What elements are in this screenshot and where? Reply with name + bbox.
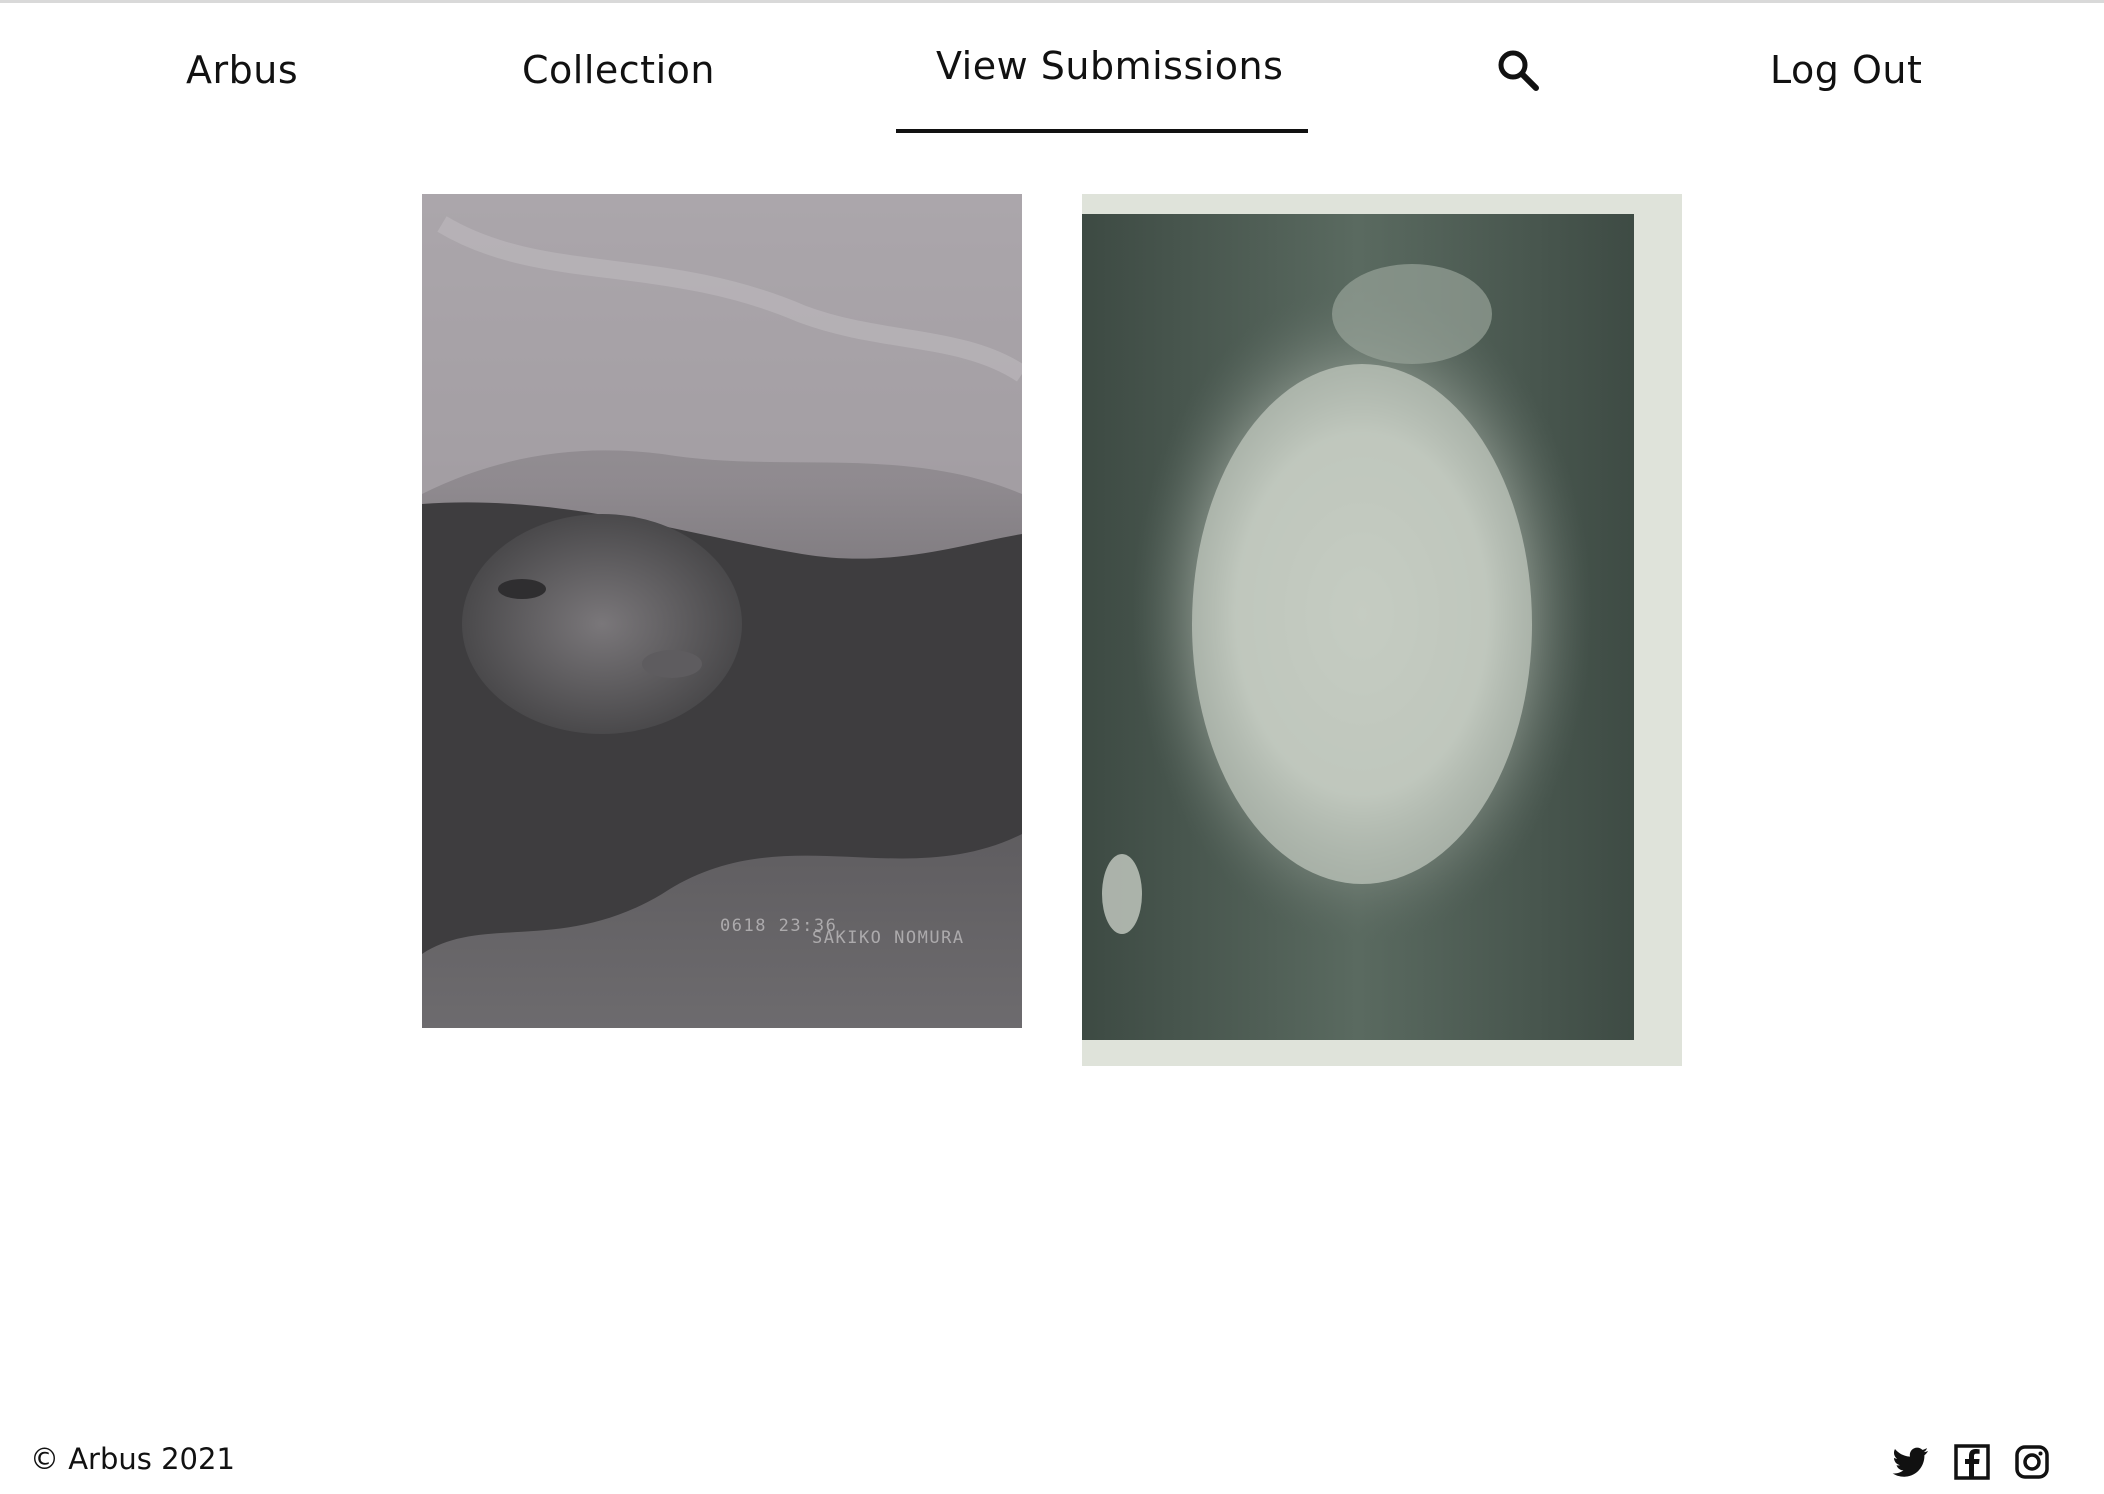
search-icon — [1498, 50, 1539, 91]
instagram-icon — [2015, 1445, 2049, 1479]
search-button[interactable] — [1496, 48, 1540, 92]
submission-image-cloud — [1082, 194, 1682, 1066]
instagram-link[interactable] — [2012, 1442, 2052, 1482]
twitter-link[interactable] — [1892, 1442, 1932, 1482]
top-border — [0, 0, 2104, 3]
caption-artist-name: SAKIKO NOMURA — [812, 928, 965, 948]
nav-view-submissions-link[interactable]: View Submissions — [936, 44, 1283, 88]
submission-card[interactable]: 0618 23:36 SAKIKO NOMURA — [422, 194, 1022, 1028]
active-tab-underline — [896, 129, 1308, 133]
facebook-icon — [1954, 1444, 1990, 1480]
submission-image-portrait — [422, 194, 1022, 1028]
submission-card[interactable] — [1082, 194, 1682, 1066]
facebook-link[interactable] — [1952, 1442, 1992, 1482]
nav-brand-link[interactable]: Arbus — [186, 48, 298, 92]
copyright-text: © Arbus 2021 — [30, 1442, 235, 1476]
nav-collection-link[interactable]: Collection — [522, 48, 715, 92]
twitter-icon — [1892, 1447, 1928, 1477]
nav-logout-link[interactable]: Log Out — [1770, 48, 1922, 92]
